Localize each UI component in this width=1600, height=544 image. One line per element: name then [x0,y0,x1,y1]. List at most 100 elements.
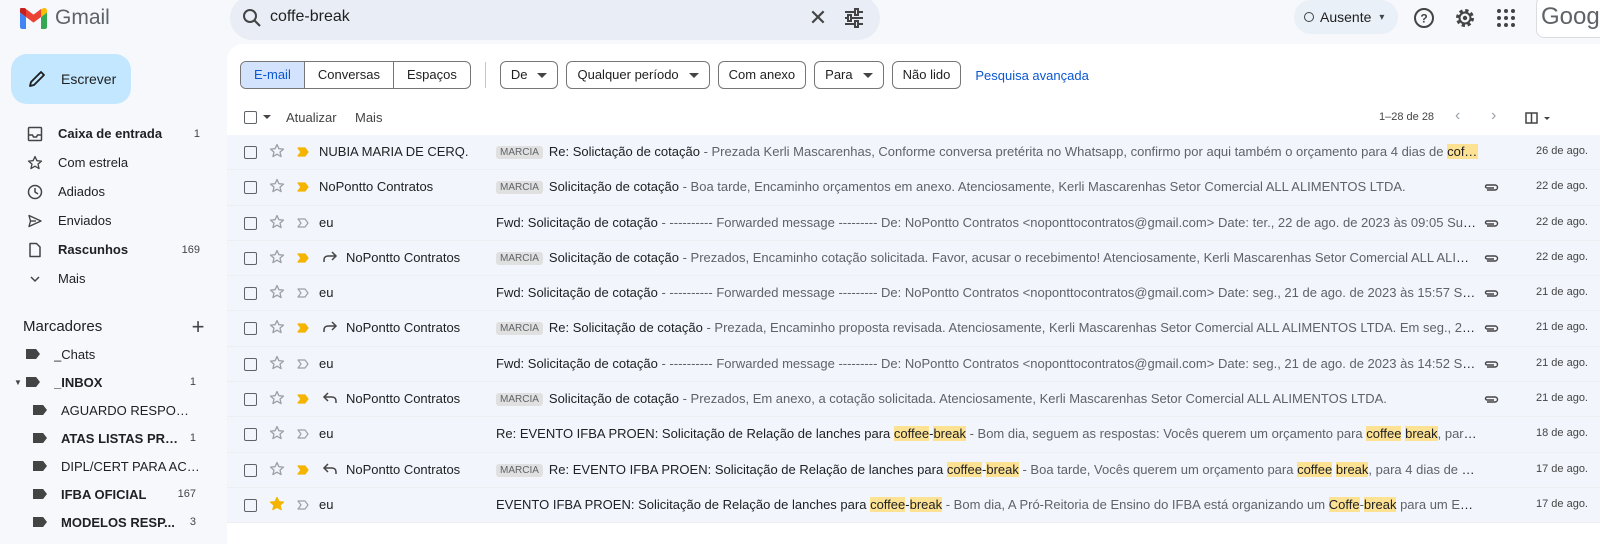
sidebar-item-drafts[interactable]: Rascunhos 169 [0,235,220,264]
label-badge[interactable]: MARCIA [496,463,543,477]
sidebar-item-snoozed[interactable]: Adiados [0,177,220,206]
label-item-atas[interactable]: ATAS LISTAS PRE... 1 [0,424,220,452]
label-badge[interactable]: MARCIA [496,322,543,336]
email-row[interactable]: NoPontto Contratos MARCIA Re: Solicitação … [227,311,1600,347]
google-account-badge[interactable]: Googl [1536,0,1600,38]
star-icon[interactable] [269,178,285,194]
label-item-inbox[interactable]: ▼ _INBOX 1 [0,368,220,396]
select-dropdown-icon[interactable] [263,115,271,119]
label-item-modelos[interactable]: MODELOS RESP... 3 [0,508,220,536]
tab-conversations[interactable]: Conversas [303,62,393,88]
select-all-checkbox[interactable] [244,111,257,124]
settings-gear-icon[interactable] [1453,6,1477,30]
row-checkbox[interactable] [244,287,257,301]
important-marker-icon[interactable] [297,465,309,475]
apps-grid-icon[interactable] [1494,6,1518,30]
row-checkbox[interactable] [244,498,257,512]
star-icon[interactable] [269,284,285,300]
star-icon[interactable] [269,319,285,335]
help-icon[interactable]: ? [1412,6,1436,30]
label-item-dipl[interactable]: DIPL/CERT PARA ACO... [0,452,220,480]
expand-caret-icon[interactable]: ▼ [14,378,22,387]
add-label-icon[interactable]: + [186,314,210,340]
star-icon[interactable] [269,214,285,230]
row-checkbox[interactable] [244,428,257,442]
email-row[interactable]: NoPontto Contratos MARCIA Solicitação de c… [227,240,1600,277]
status-selector[interactable]: Ausente ▾ [1294,0,1398,34]
search-options-icon[interactable] [842,6,866,30]
search-icon[interactable] [240,6,264,30]
email-row[interactable]: eu Re: EVENTO IFBA PROEN: Solicitação de … [227,417,1600,453]
star-icon[interactable] [269,461,285,477]
email-date: 17 de ago. [1536,497,1588,510]
label-badge[interactable]: MARCIA [496,181,543,195]
not-important-marker-icon[interactable] [297,500,309,510]
row-checkbox[interactable] [244,181,257,195]
row-checkbox[interactable] [244,251,257,265]
email-row[interactable]: eu EVENTO IFBA PROEN: Solicitação de Rela… [227,487,1600,524]
filter-to[interactable]: Para [814,61,884,89]
email-snippet: para um Encontro ... [1400,496,1478,512]
row-checkbox[interactable] [244,357,257,371]
label-badge[interactable]: MARCIA [496,251,543,265]
more-button[interactable]: Mais [355,110,382,125]
email-row[interactable]: NUBIA MARIA DE CERQ. MARCIA Re: Solictação… [227,135,1600,171]
tab-email[interactable]: E-mail [241,62,304,88]
filter-from[interactable]: De [499,61,559,89]
star-icon[interactable] [269,143,285,159]
split-pane-toggle-icon[interactable] [1525,110,1553,126]
sidebar-item-more[interactable]: Mais [0,264,220,293]
row-checkbox[interactable] [244,146,257,159]
email-row[interactable]: eu Fwd: Solicitação de cotação - --------… [227,205,1600,241]
row-checkbox[interactable] [244,216,257,230]
unread-count: 1 [193,127,200,140]
tab-spaces[interactable]: Espaços [392,62,470,88]
clear-search-icon[interactable]: ✕ [806,6,830,30]
important-marker-icon[interactable] [297,147,309,157]
important-marker-icon[interactable] [297,182,309,192]
label-item-aguardo[interactable]: AGUARDO RESPOSTA [0,396,220,424]
gmail-logo[interactable]: Gmail [20,6,110,30]
email-row[interactable]: eu Fwd: Solicitação de cotação - --------… [227,276,1600,312]
not-important-marker-icon[interactable] [297,288,309,298]
important-marker-icon[interactable] [297,323,309,334]
email-row[interactable]: NoPontto Contratos MARCIA Solicitação de c… [227,170,1600,206]
star-filled-icon[interactable] [269,496,285,512]
sidebar-item-sent[interactable]: Enviados [0,206,220,235]
label-badge[interactable]: MARCIA [496,146,543,159]
not-important-marker-icon[interactable] [297,429,309,439]
compose-button[interactable]: Escrever [11,54,131,104]
sender-name: eu [319,496,334,512]
star-icon[interactable] [269,355,285,371]
refresh-button[interactable]: Atualizar [286,110,337,125]
prev-page-icon[interactable]: ‹ [1455,107,1460,125]
next-page-icon[interactable]: › [1491,107,1496,125]
email-snippet: - Prezados, Em anexo, a cotação solicita… [679,391,1387,407]
filter-has-attachment[interactable]: Com anexo [717,61,807,89]
email-row[interactable]: NoPontto Contratos MARCIA Re: EVENTO IFBA … [227,452,1600,488]
important-marker-icon[interactable] [297,394,309,404]
row-checkbox[interactable] [244,393,257,407]
email-row[interactable]: eu Fwd: Solicitação de cotação - --------… [227,346,1600,383]
label-item-ifba[interactable]: IFBA OFICIAL 167 [0,480,220,508]
not-important-marker-icon[interactable] [297,359,309,369]
star-icon[interactable] [269,425,285,441]
star-icon[interactable] [269,390,285,406]
label-item-chats[interactable]: _Chats [0,340,220,368]
chip-label: Não lido [902,67,951,82]
email-row[interactable]: NoPontto Contratos MARCIA Solicitação de c… [227,382,1600,418]
label-badge[interactable]: MARCIA [496,393,543,407]
filter-unread[interactable]: Não lido [891,61,962,89]
row-checkbox[interactable] [244,463,257,477]
status-ring-icon [1304,12,1314,22]
email-snippet: - ---------- Forwarded message ---------… [661,285,1478,301]
sidebar-item-starred[interactable]: Com estrela [0,148,220,177]
not-important-marker-icon[interactable] [297,217,309,228]
sidebar-item-inbox[interactable]: Caixa de entrada 1 [0,119,220,148]
star-icon[interactable] [269,249,285,265]
row-checkbox[interactable] [244,322,257,336]
advanced-search-link[interactable]: Pesquisa avançada [975,68,1088,83]
filter-date[interactable]: Qualquer período [566,61,710,89]
important-marker-icon[interactable] [297,253,309,263]
search-input[interactable] [270,4,750,30]
